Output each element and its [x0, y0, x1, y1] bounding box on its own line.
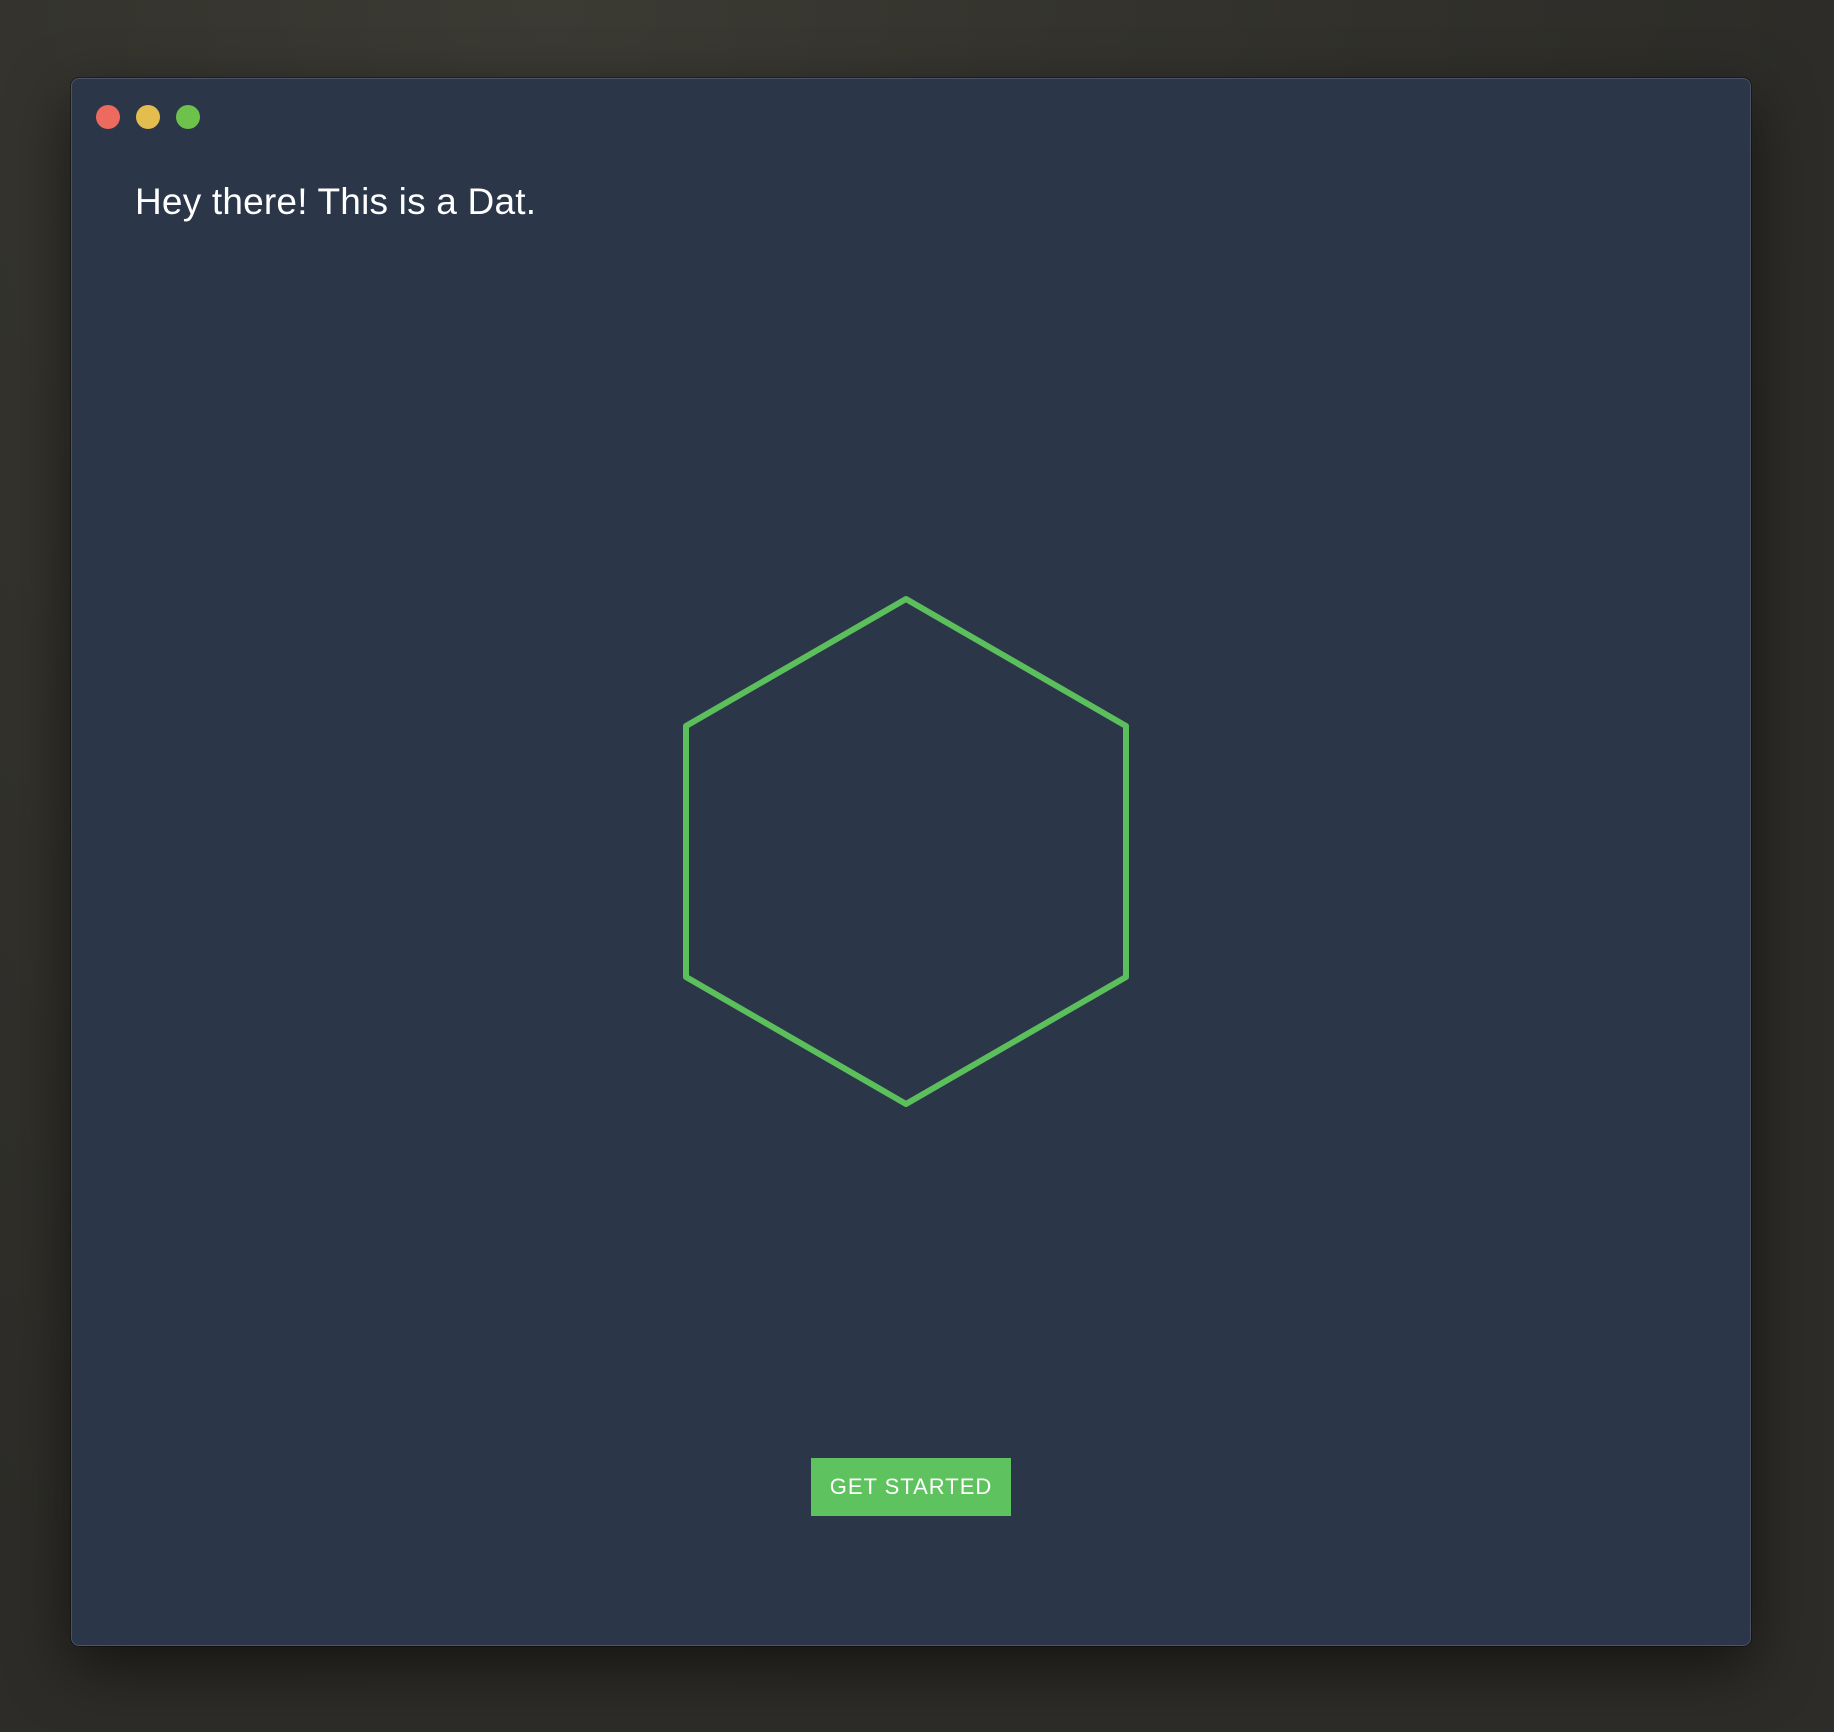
hexagon-outline-icon — [683, 596, 1129, 1107]
hexagon-shape — [683, 596, 1129, 1107]
app-window: Hey there! This is a Dat. GET STARTED — [71, 78, 1751, 1646]
greeting-heading: Hey there! This is a Dat. — [135, 181, 537, 222]
get-started-button[interactable]: GET STARTED — [811, 1458, 1011, 1516]
minimize-window-button[interactable] — [136, 105, 160, 129]
close-window-button[interactable] — [96, 105, 120, 129]
window-controls — [96, 105, 200, 129]
desktop-background: Hey there! This is a Dat. GET STARTED — [0, 0, 1834, 1732]
maximize-window-button[interactable] — [176, 105, 200, 129]
dat-logo — [681, 594, 1131, 1109]
